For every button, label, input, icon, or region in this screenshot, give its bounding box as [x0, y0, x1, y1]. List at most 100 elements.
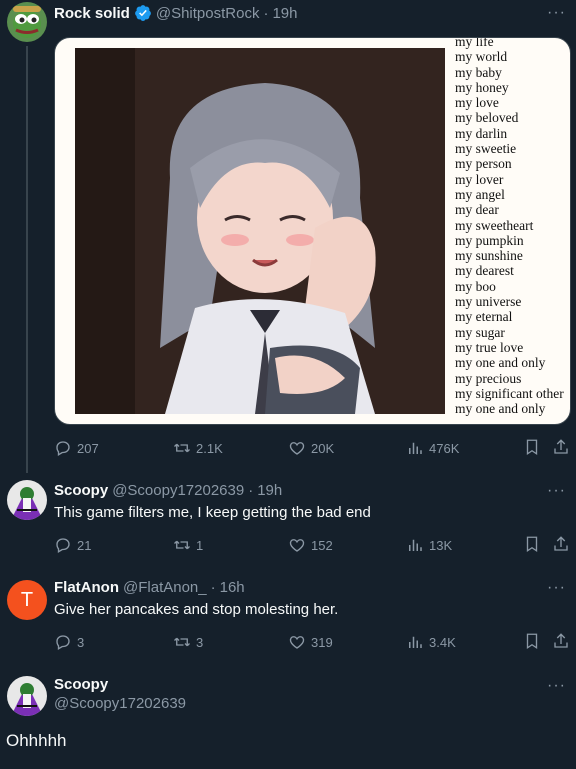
author-handle[interactable]: @ShitpostRock: [156, 5, 260, 22]
list-line: my one and only: [455, 355, 546, 371]
reply-icon: [56, 538, 70, 553]
repost-button[interactable]: 3: [173, 632, 203, 652]
like-count: 20K: [311, 440, 335, 456]
author-handle[interactable]: @Scoopy17202639: [54, 695, 186, 712]
list-line: my life: [455, 37, 494, 49]
like-icon: [289, 442, 305, 455]
tweet-actions: 21 1 152 13K: [54, 535, 572, 555]
list-line: my baby: [455, 64, 502, 80]
list-line: my universe: [455, 294, 522, 310]
list-line: my dearest: [455, 263, 514, 279]
list-line: my person: [455, 156, 512, 172]
views-count: 476K: [429, 440, 460, 456]
reply-button[interactable]: 21: [54, 535, 91, 555]
list-line: my beloved: [455, 110, 519, 126]
views-button[interactable]: 3.4K: [406, 632, 456, 652]
author-handle[interactable]: @Scoopy17202639: [112, 482, 244, 499]
share-button[interactable]: [552, 535, 572, 555]
author-name[interactable]: Scoopy: [54, 482, 108, 499]
timestamp[interactable]: 19h: [272, 5, 297, 22]
like-button[interactable]: 152: [288, 535, 333, 555]
conversation-thread: Rock solid @ShitpostRock · 19h ··· my li…: [0, 0, 576, 769]
list-line: my significant other: [455, 385, 564, 401]
repost-count: 3: [196, 634, 204, 650]
reply-icon: [56, 441, 70, 456]
list-line: my precious: [455, 370, 522, 386]
list-line: my dear: [455, 202, 499, 218]
views-count: 13K: [429, 537, 453, 553]
bookmark-button[interactable]: [523, 632, 543, 652]
reply-count: 207: [77, 440, 99, 456]
separator-dot: ·: [210, 579, 216, 596]
share-icon: [554, 633, 568, 648]
list-line: my one and only: [455, 401, 546, 417]
share-button[interactable]: [552, 438, 572, 458]
anime-illustration: [75, 48, 445, 414]
author-handle[interactable]: @FlatAnon_: [123, 579, 207, 596]
list-line: my true love: [455, 339, 524, 355]
timestamp[interactable]: 16h: [220, 579, 245, 596]
share-icon: [554, 439, 568, 454]
bookmark-button[interactable]: [523, 438, 543, 458]
tweet-actions: 3 3 319 3.4K: [54, 632, 572, 652]
list-line: my darlin: [455, 125, 508, 141]
tweet-actions: 207 2.1K 20K 476K: [54, 438, 572, 458]
like-count: 319: [311, 634, 333, 650]
tweet-text: Give her pancakes and stop molesting her…: [54, 601, 339, 618]
list-line: my honey: [455, 79, 509, 95]
share-button[interactable]: [552, 632, 572, 652]
views-count: 3.4K: [429, 634, 456, 650]
tweet-text: This game filters me, I keep getting the…: [54, 504, 371, 521]
repost-icon: [174, 443, 190, 453]
list-line: my sweetheart: [455, 217, 534, 233]
views-icon: [409, 539, 422, 551]
author-name[interactable]: Rock solid: [54, 5, 130, 22]
reply-icon: [56, 635, 70, 650]
repost-button[interactable]: 2.1K: [173, 438, 223, 458]
like-button[interactable]: 20K: [288, 438, 334, 458]
reply-button[interactable]: 3: [54, 632, 84, 652]
like-icon: [289, 539, 305, 552]
list-line: my lover: [455, 171, 504, 187]
repost-count: 2.1K: [196, 440, 223, 456]
like-button[interactable]: 319: [288, 632, 333, 652]
more-options-icon[interactable]: ···: [547, 580, 566, 596]
tweet-media[interactable]: my life my world my baby my honey my lov…: [54, 37, 571, 425]
more-options-icon[interactable]: ···: [547, 678, 566, 694]
timestamp[interactable]: 19h: [257, 482, 282, 499]
views-icon: [409, 636, 422, 648]
list-line: my love: [455, 95, 499, 111]
tweet-header: Rock solid @ShitpostRock · 19h: [54, 4, 298, 22]
like-count: 152: [311, 537, 333, 553]
bookmark-icon: [526, 439, 538, 456]
reply-button[interactable]: 207: [54, 438, 99, 458]
list-line: my sunshine: [455, 248, 523, 264]
repost-icon: [174, 637, 190, 647]
avatar-flatanon[interactable]: T: [7, 580, 47, 620]
tweet-header: Scoopy: [54, 676, 108, 693]
bookmark-button[interactable]: [523, 535, 543, 555]
views-button[interactable]: 476K: [406, 438, 459, 458]
reply-count: 21: [77, 537, 92, 553]
list-line: my sweetie: [455, 141, 517, 157]
views-button[interactable]: 13K: [406, 535, 452, 555]
avatar-scoopy[interactable]: [7, 676, 47, 716]
author-name[interactable]: FlatAnon: [54, 579, 119, 596]
bookmark-icon: [526, 536, 538, 553]
separator-dot: ·: [248, 482, 254, 499]
views-icon: [409, 442, 422, 454]
avatar-scoopy[interactable]: [7, 480, 47, 520]
list-line: my pumpkin: [455, 232, 524, 248]
author-name[interactable]: Scoopy: [54, 676, 108, 693]
verified-badge-icon: [134, 5, 151, 21]
avatar-rock-solid[interactable]: [7, 2, 47, 42]
list-line: my boo: [455, 278, 496, 294]
more-options-icon[interactable]: ···: [547, 483, 566, 499]
bookmark-icon: [526, 633, 538, 650]
more-options-icon[interactable]: ···: [547, 5, 566, 21]
pet-names-list: my life my world my baby my honey my lov…: [455, 37, 570, 417]
tweet-text: Ohhhhh: [6, 731, 67, 750]
list-line: my angel: [455, 186, 505, 202]
repost-button[interactable]: 1: [173, 535, 203, 555]
list-line: my world: [455, 49, 508, 65]
